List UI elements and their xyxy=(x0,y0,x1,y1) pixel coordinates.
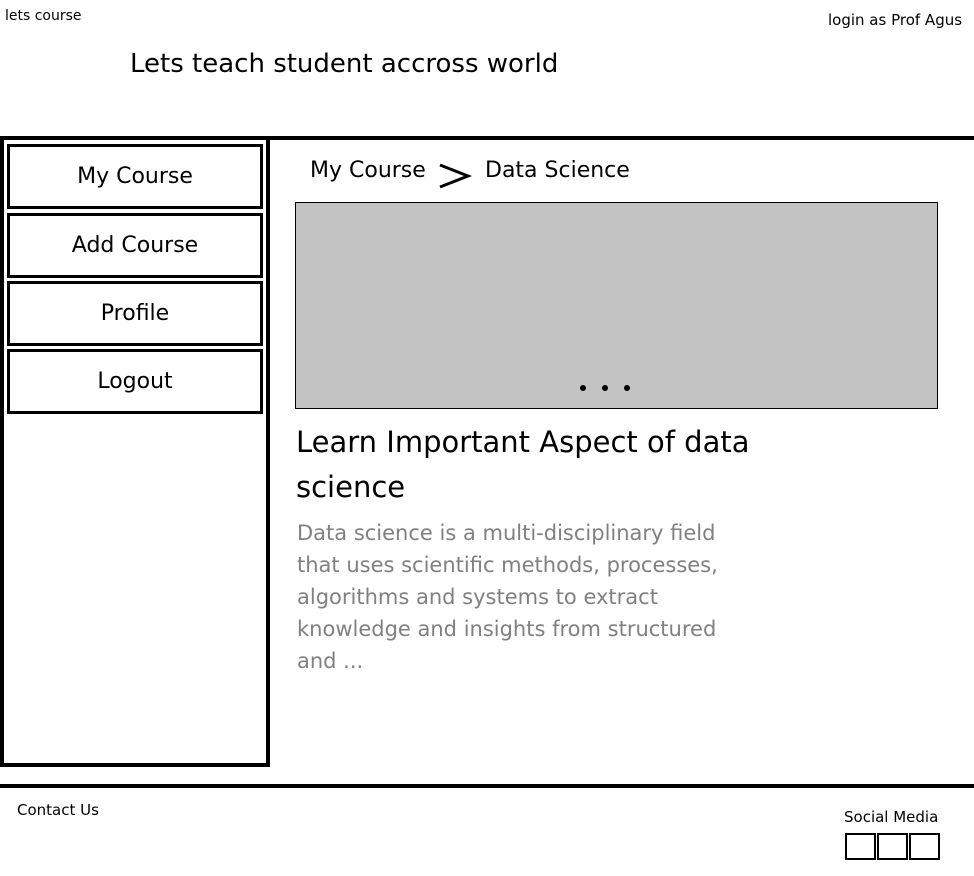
breadcrumb-data-science: Data Science xyxy=(485,158,630,183)
carousel-dot[interactable] xyxy=(580,385,586,391)
course-media-carousel[interactable] xyxy=(295,202,938,409)
carousel-dots xyxy=(580,385,630,391)
footer-divider xyxy=(0,784,974,788)
sidebar-item-my-course[interactable]: My Course xyxy=(7,144,263,209)
sidebar-item-label: Profile xyxy=(100,301,170,326)
sidebar-item-label: Logout xyxy=(97,369,173,394)
sidebar-item-label: Add Course xyxy=(71,233,199,258)
course-description: Data science is a multi-disciplinary fie… xyxy=(297,521,718,673)
course-title: Learn Important Aspect of data science xyxy=(296,425,750,504)
page-tagline: Lets teach student accross world xyxy=(130,49,559,79)
sidebar-item-add-course[interactable]: Add Course xyxy=(7,213,263,278)
social-icon-2[interactable] xyxy=(877,833,908,860)
sidebar-item-profile[interactable]: Profile xyxy=(7,281,263,346)
brand-logo-text[interactable]: lets course xyxy=(5,8,82,24)
sidebar-item-logout[interactable]: Logout xyxy=(7,349,263,414)
breadcrumb-my-course[interactable]: My Course xyxy=(310,158,426,183)
chevron-right-icon xyxy=(439,163,472,189)
carousel-dot[interactable] xyxy=(602,385,608,391)
social-icon-3[interactable] xyxy=(909,833,940,860)
contact-us-link[interactable]: Contact Us xyxy=(17,801,99,819)
carousel-dot[interactable] xyxy=(624,385,630,391)
sidebar-item-label: My Course xyxy=(77,164,193,189)
login-status[interactable]: login as Prof Agus xyxy=(828,11,962,29)
social-icon-1[interactable] xyxy=(845,833,876,860)
social-media-label: Social Media xyxy=(844,808,939,826)
